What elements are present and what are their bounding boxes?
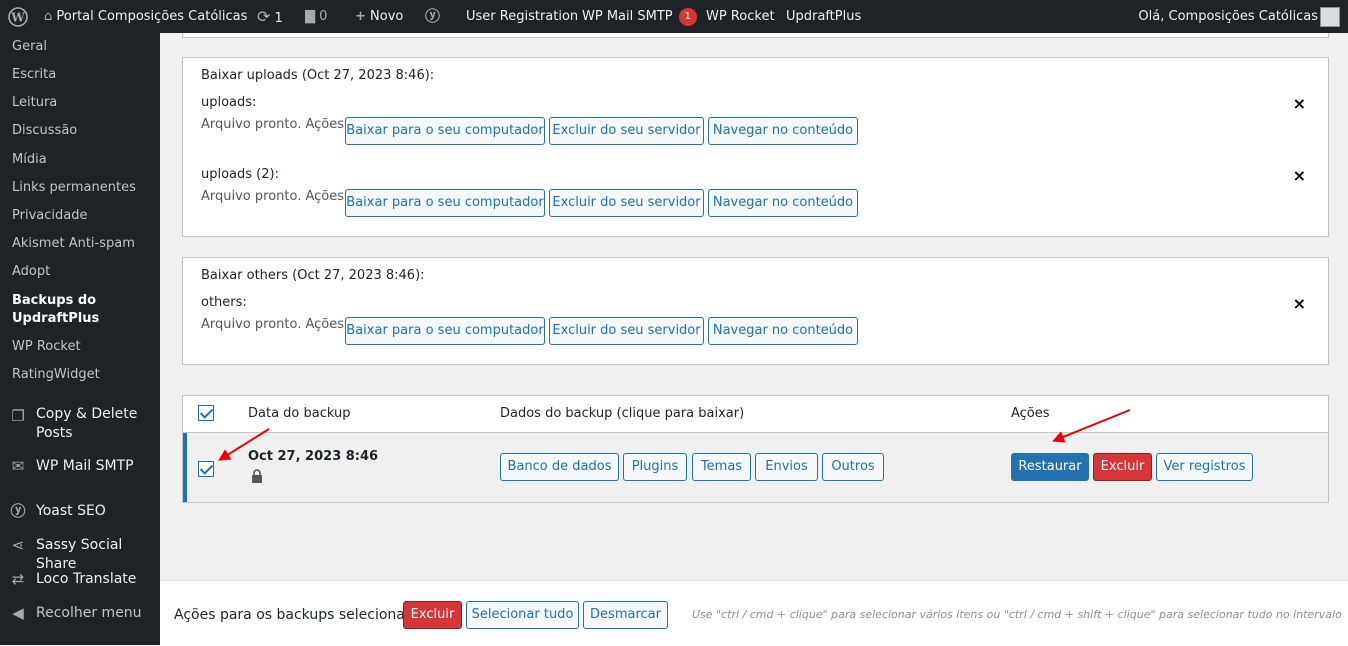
menu-sassy-social-share[interactable]: ⋖ Sassy Social Share xyxy=(0,536,160,572)
menu-copy-delete-posts[interactable]: ❐ Copy & Delete Posts xyxy=(0,405,160,445)
selection-hint: Use "ctrl / cmd + clique" para seleciona… xyxy=(692,608,1342,621)
submenu-akismet[interactable]: Akismet Anti-spam xyxy=(12,236,135,251)
bulk-delete-button[interactable]: Excluir xyxy=(403,601,462,629)
col-actions: Ações xyxy=(1011,406,1050,421)
table-header: Data do backup Dados do backup (clique p… xyxy=(183,396,1328,433)
close-icon[interactable]: × xyxy=(1293,166,1306,185)
row-checkbox[interactable] xyxy=(198,461,214,477)
select-all-button[interactable]: Selecionar tudo xyxy=(466,601,579,629)
close-icon[interactable]: × xyxy=(1293,94,1306,113)
yoast-admin-icon[interactable]: ⓨ xyxy=(425,0,440,33)
comments-link[interactable]: ▇ 0 xyxy=(305,0,327,33)
wp-rocket-link[interactable]: WP Rocket xyxy=(706,0,775,33)
table-row[interactable]: Oct 27, 2023 8:46 Banco de dados Plugins… xyxy=(183,433,1328,502)
uploads-download-box: Baixar uploads (Oct 27, 2023 8:46): uplo… xyxy=(182,57,1329,237)
wp-mail-smtp-link[interactable]: WP Mail SMTP 1 xyxy=(582,0,697,33)
themes-button[interactable]: Temas xyxy=(692,453,751,481)
uploads-button[interactable]: Envios xyxy=(755,453,818,481)
select-all-checkbox[interactable] xyxy=(198,405,214,421)
mail-icon: ✉ xyxy=(11,457,25,475)
svg-text:W: W xyxy=(10,10,25,24)
admin-sidebar: Geral Escrita Leitura Discussão Mídia Li… xyxy=(0,33,160,645)
view-logs-button[interactable]: Ver registros xyxy=(1156,453,1253,481)
deselect-button[interactable]: Desmarcar xyxy=(583,601,668,629)
download-to-computer-button[interactable]: Baixar para o seu computador xyxy=(345,117,545,145)
submenu-adopt[interactable]: Adopt xyxy=(12,264,50,279)
yoast-icon: ⓨ xyxy=(10,502,26,520)
submenu-geral[interactable]: Geral xyxy=(12,39,47,54)
uploads-label: uploads: xyxy=(201,95,257,110)
menu-loco-translate[interactable]: ⇄ Loco Translate xyxy=(0,570,160,590)
comment-icon: ▇ xyxy=(305,9,315,24)
uploads-box-title: Baixar uploads (Oct 27, 2023 8:46): xyxy=(201,68,435,83)
browse-contents-button[interactable]: Navegar no conteúdo xyxy=(708,117,858,145)
browse-contents-button[interactable]: Navegar no conteúdo xyxy=(708,317,858,345)
delete-from-server-button[interactable]: Excluir do seu servidor xyxy=(549,189,704,217)
database-button[interactable]: Banco de dados xyxy=(500,453,619,481)
copy-icon: ❐ xyxy=(11,407,25,425)
menu-yoast-seo[interactable]: ⓨ Yoast SEO xyxy=(0,502,160,522)
backup-date: Oct 27, 2023 8:46 xyxy=(248,449,379,464)
user-registration-link[interactable]: User Registration xyxy=(466,0,578,33)
others-button[interactable]: Outros xyxy=(822,453,884,481)
submenu-midia[interactable]: Mídia xyxy=(12,152,47,167)
delete-backup-button[interactable]: Excluir xyxy=(1093,453,1152,481)
uploads-status: Arquivo pronto. Ações: xyxy=(201,117,349,132)
main-content: Baixar uploads (Oct 27, 2023 8:46): uplo… xyxy=(160,33,1348,645)
others-label: others: xyxy=(201,295,247,310)
col-backup-date: Data do backup xyxy=(248,406,351,421)
submenu-ratingwidget[interactable]: RatingWidget xyxy=(12,367,100,382)
new-content-link[interactable]: + Novo xyxy=(355,0,403,33)
updraftplus-link[interactable]: UpdraftPlus xyxy=(786,0,861,33)
browse-contents-button[interactable]: Navegar no conteúdo xyxy=(708,189,858,217)
col-backup-data: Dados do backup (clique para baixar) xyxy=(500,406,745,421)
refresh-icon: ⟳ xyxy=(257,7,271,26)
avatar[interactable] xyxy=(1320,7,1340,27)
notification-badge: 1 xyxy=(678,8,697,26)
close-icon[interactable]: × xyxy=(1293,294,1306,313)
delete-from-server-button[interactable]: Excluir do seu servidor xyxy=(549,117,704,145)
download-to-computer-button[interactable]: Baixar para o seu computador xyxy=(345,189,545,217)
submenu-wp-rocket[interactable]: WP Rocket xyxy=(12,339,81,354)
others-box-title: Baixar others (Oct 27, 2023 8:46): xyxy=(201,268,425,283)
backup-table: Data do backup Dados do backup (clique p… xyxy=(182,395,1329,503)
menu-wp-mail-smtp[interactable]: ✉ WP Mail SMTP xyxy=(0,457,160,477)
collapse-icon: ◀ xyxy=(12,604,24,622)
share-icon: ⋖ xyxy=(11,536,25,554)
others-status: Arquivo pronto. Ações: xyxy=(201,317,349,332)
submenu-escrita[interactable]: Escrita xyxy=(12,67,56,82)
uploads2-status: Arquivo pronto. Ações: xyxy=(201,189,349,204)
updates-link[interactable]: ⟳ 1 xyxy=(257,0,283,33)
delete-from-server-button[interactable]: Excluir do seu servidor xyxy=(549,317,704,345)
submenu-leitura[interactable]: Leitura xyxy=(12,95,57,110)
site-name-link[interactable]: ⌂ Portal Composições Católicas xyxy=(44,0,247,33)
home-icon: ⌂ xyxy=(44,9,53,24)
submenu-backups-updraftplus[interactable]: Backups do UpdraftPlus xyxy=(12,292,99,328)
wordpress-logo-icon[interactable]: W xyxy=(8,0,28,33)
others-download-box: Baixar others (Oct 27, 2023 8:46): other… xyxy=(182,257,1329,365)
bulk-actions-label: Ações para os backups selecionados xyxy=(174,607,430,623)
restore-button[interactable]: Restaurar xyxy=(1011,453,1089,481)
previous-box xyxy=(182,33,1329,38)
menu-collapse[interactable]: ◀ Recolher menu xyxy=(0,604,160,624)
submenu-links-permanentes[interactable]: Links permanentes xyxy=(12,180,136,195)
lock-icon xyxy=(251,469,263,483)
uploads2-label: uploads (2): xyxy=(201,167,279,182)
submenu-discussao[interactable]: Discussão xyxy=(12,123,77,138)
plugins-button[interactable]: Plugins xyxy=(623,453,687,481)
download-to-computer-button[interactable]: Baixar para o seu computador xyxy=(345,317,545,345)
plus-icon: + xyxy=(355,9,366,24)
user-greeting[interactable]: Olá, Composições Católicas xyxy=(1138,0,1318,33)
admin-bar: W ⌂ Portal Composições Católicas ⟳ 1 ▇ 0… xyxy=(0,0,1348,33)
translate-icon: ⇄ xyxy=(11,570,25,588)
bulk-actions-bar: Ações para os backups selecionados Exclu… xyxy=(160,580,1348,646)
submenu-privacidade[interactable]: Privacidade xyxy=(12,208,87,223)
